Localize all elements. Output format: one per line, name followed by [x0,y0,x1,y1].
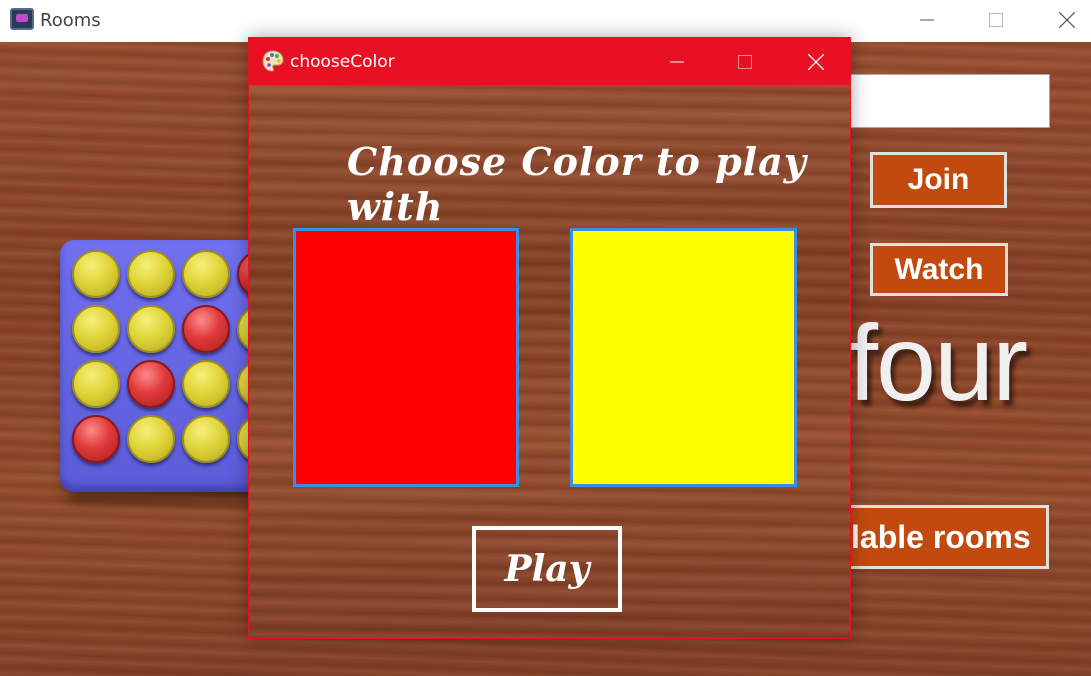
app-icon [10,8,34,30]
red-disc [182,305,230,353]
maximize-icon [738,55,752,69]
yellow-disc [127,305,175,353]
minimize-button[interactable] [904,0,950,40]
close-icon [808,54,824,70]
dialog-titlebar: chooseColor [249,38,850,85]
play-button[interactable]: Play [472,526,622,612]
dialog-title: chooseColor [290,52,395,72]
dialog-maximize-button[interactable] [722,42,768,82]
red-disc [127,360,175,408]
yellow-disc [127,250,175,298]
dialog-close-button[interactable] [793,42,839,82]
available-rooms-button[interactable]: lable rooms [820,505,1049,569]
main-titlebar: Rooms [0,0,1091,42]
yellow-disc [182,415,230,463]
close-button[interactable] [1044,0,1090,40]
minimize-icon [920,19,934,21]
logo-text: four [848,302,1028,423]
dialog-minimize-button[interactable] [654,42,700,82]
watch-button[interactable]: Watch [870,243,1008,296]
yellow-disc [182,360,230,408]
join-button[interactable]: Join [870,152,1007,208]
choose-color-dialog: chooseColor Choose Color to play with Pl… [248,37,851,639]
close-icon [1059,12,1075,28]
yellow-disc [127,415,175,463]
palette-icon [262,50,284,72]
maximize-button[interactable] [973,0,1019,40]
room-name-input[interactable] [845,74,1050,128]
yellow-disc [72,360,120,408]
maximize-icon [989,13,1003,27]
yellow-disc [72,305,120,353]
main-window-title: Rooms [40,10,101,31]
minimize-icon [670,61,684,63]
yellow-color-swatch[interactable] [570,228,797,487]
yellow-disc [182,250,230,298]
red-color-swatch[interactable] [293,228,519,487]
yellow-disc [72,250,120,298]
red-disc [72,415,120,463]
choose-color-heading: Choose Color to play with [347,139,807,229]
dialog-body: Choose Color to play with Play [249,85,850,638]
